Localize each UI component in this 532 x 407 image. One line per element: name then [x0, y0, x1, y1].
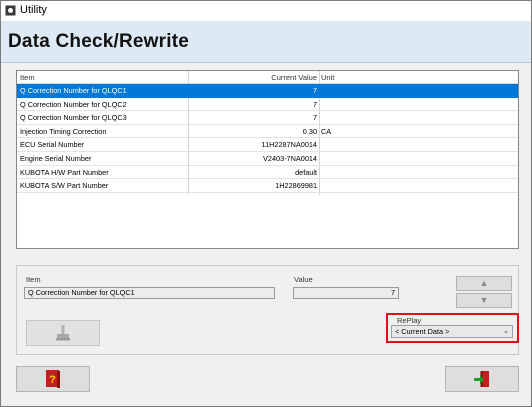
value-field[interactable]: 7 [293, 287, 399, 299]
table-row[interactable]: Q Correction Number for QLQC1 7 [17, 84, 518, 98]
replay-dropdown[interactable]: < Current Data > ⌄ [391, 325, 513, 338]
cell-item: KUBOTA S/W Part Number [20, 181, 109, 191]
table-row[interactable]: KUBOTA S/W Part Number 1H22869981 [17, 179, 518, 193]
up-button[interactable]: ▲ [456, 276, 512, 291]
column-header-unit[interactable]: Unit [321, 72, 334, 84]
cell-value: 11H2287NA0014 [261, 140, 317, 150]
triangle-up-icon: ▲ [479, 278, 489, 288]
cell-unit [321, 138, 511, 151]
table-row[interactable]: Engine Serial Number V2403-7NA0014 [17, 152, 518, 166]
title-bar: Utility [1, 1, 531, 21]
cell-unit [321, 98, 511, 111]
cell-item: KUBOTA H/W Part Number [20, 167, 109, 177]
svg-text:?: ? [49, 374, 56, 386]
table-row[interactable]: Q Correction Number for QLQC3 7 [17, 111, 518, 125]
cell-item: Injection Timing Correction [20, 126, 107, 136]
cell-unit [321, 111, 511, 124]
page-title: Data Check/Rewrite [8, 31, 190, 52]
cell-unit [321, 152, 511, 165]
window-title: Utility [20, 4, 47, 16]
grid-header: Item Current Value Unit [17, 71, 518, 84]
table-row[interactable]: Injection Timing Correction 0.30 CA [17, 125, 518, 139]
exit-door-icon [474, 371, 489, 387]
help-book-icon: ? [46, 370, 60, 388]
cell-value: V2403-7NA0014 [263, 154, 317, 163]
utility-window: Utility Data Check/Rewrite Item Current … [0, 0, 532, 407]
cell-unit [321, 179, 511, 192]
down-button[interactable]: ▼ [456, 293, 512, 308]
item-label: Item [26, 275, 41, 284]
data-grid[interactable]: Item Current Value Unit Q Correction Num… [16, 70, 519, 249]
item-field: Q Correction Number for QLQC1 [24, 287, 275, 299]
column-header-item[interactable]: Item [20, 72, 35, 84]
table-row[interactable]: KUBOTA H/W Part Number default [17, 166, 518, 180]
table-row[interactable]: Q Correction Number for QLQC2 7 [17, 98, 518, 112]
cell-value: 7 [312, 113, 317, 123]
cell-unit [321, 166, 511, 179]
cell-value: 0.30 [302, 126, 317, 136]
replay-selected-value: < Current Data > [395, 327, 450, 336]
cell-unit: CA [321, 126, 332, 136]
page-header: Data Check/Rewrite [1, 21, 531, 63]
value-label: Value [294, 275, 313, 284]
cell-value: 7 [312, 99, 317, 109]
help-button[interactable]: ? [16, 366, 90, 392]
replay-label: RePlay [397, 316, 422, 325]
joystick-icon [56, 325, 70, 341]
cell-value: default [295, 167, 317, 177]
cell-value: 1H22869981 [275, 181, 317, 191]
triangle-down-icon: ▼ [479, 295, 489, 305]
exit-button[interactable] [445, 366, 519, 392]
cell-item: Engine Serial Number [20, 154, 92, 163]
cell-unit [321, 84, 511, 97]
write-button[interactable] [26, 320, 100, 346]
cell-item: ECU Serial Number [20, 140, 85, 150]
chevron-down-icon: ⌄ [503, 328, 509, 335]
cell-item: Q Correction Number for QLQC2 [20, 99, 127, 109]
cell-item: Q Correction Number for QLQC3 [20, 113, 127, 123]
app-icon [5, 5, 16, 16]
column-header-value[interactable]: Current Value [190, 72, 317, 84]
table-row[interactable]: ECU Serial Number 11H2287NA0014 [17, 138, 518, 152]
cell-value: 7 [312, 86, 317, 95]
cell-item: Q Correction Number for QLQC1 [20, 86, 127, 95]
